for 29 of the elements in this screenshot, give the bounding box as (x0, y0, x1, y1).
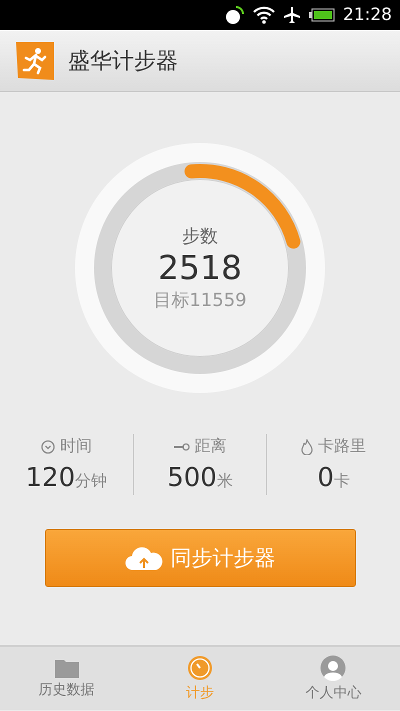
airplane-icon (283, 6, 301, 24)
battery-icon (309, 8, 335, 22)
stat-value: 120 (26, 463, 76, 493)
stat-unit: 卡 (334, 471, 350, 492)
stat-value: 500 (167, 463, 217, 493)
flame-icon (301, 438, 314, 454)
avatar-icon (320, 655, 346, 681)
stat-label: 卡路里 (318, 436, 366, 457)
stat-label: 距离 (194, 436, 226, 457)
stat-label: 时间 (60, 436, 92, 457)
app-title: 盛华计步器 (68, 48, 178, 76)
wifi-icon (253, 6, 275, 24)
nav-tab[interactable]: 计步 (133, 647, 267, 710)
stat-value: 0 (317, 463, 334, 493)
ruler-icon (174, 442, 190, 450)
nav-tab[interactable]: 个人中心 (266, 647, 400, 710)
stat-unit: 米 (216, 471, 233, 492)
clock-icon (40, 440, 55, 454)
nav-tab[interactable]: 历史数据 (0, 647, 134, 710)
folder-icon (54, 658, 79, 678)
runner-logo-icon (16, 42, 54, 80)
steps-label: 步数 (182, 225, 218, 248)
cloud-upload-icon (124, 545, 162, 571)
goal-text: 目标11559 (153, 288, 247, 312)
steps-count: 2518 (158, 248, 242, 288)
stopwatch-icon (186, 655, 213, 681)
clock-time: 21:28 (343, 5, 392, 25)
stat-unit: 分钟 (75, 471, 108, 492)
sync-button[interactable]: 同步计步器 (44, 529, 356, 587)
